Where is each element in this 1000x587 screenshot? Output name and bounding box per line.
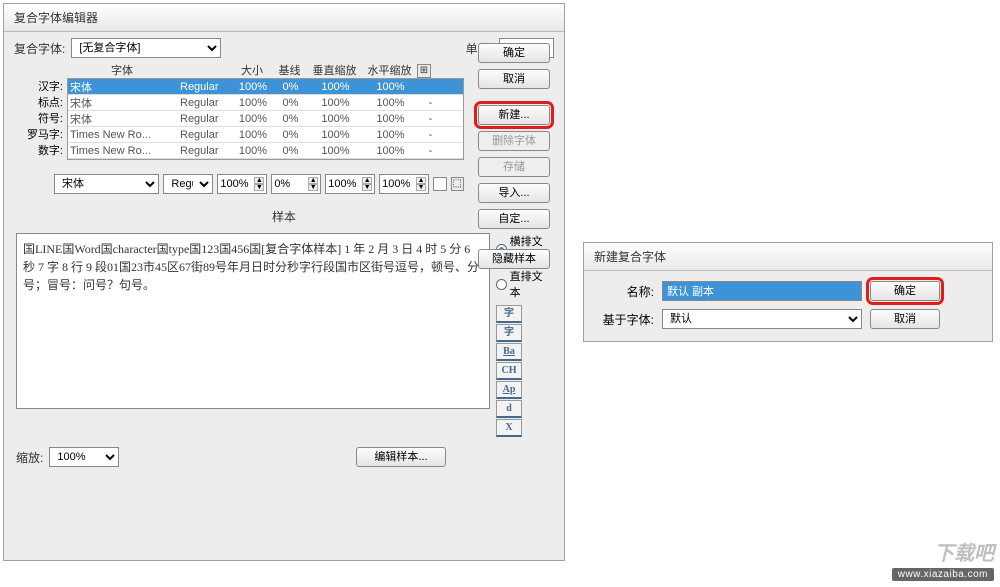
options-icon[interactable]: ⊞ (417, 64, 431, 78)
based-on-select[interactable]: 默认 (662, 309, 862, 329)
new-dialog-cancel-button[interactable]: 取消 (870, 309, 940, 329)
header-hscale: 水平缩放 (362, 62, 417, 79)
new-dialog-ok-button[interactable]: 确定 (870, 281, 940, 301)
zoom-select[interactable]: 100% (49, 447, 119, 467)
vertical-text-radio[interactable]: 直排文本 (496, 268, 552, 300)
save-button: 存储 (478, 157, 550, 177)
new-dialog-title-text: 新建复合字体 (594, 248, 666, 265)
table-row[interactable]: 宋体Regular100%0%100%100%- (68, 111, 463, 127)
composite-font-label: 复合字体: (14, 40, 65, 57)
sample-text-box: 国LINE国Word国character国type国123国456国[复合字体样… (16, 233, 490, 409)
composite-font-editor-window: 复合字体编辑器 复合字体: [无复合字体] 单位: % 确定 取消 新建... … (3, 3, 565, 561)
row-label: 汉字: (22, 78, 67, 94)
row-label: 符号: (22, 110, 67, 126)
row-labels: 汉字:标点:符号:罗马字:数字: (22, 78, 67, 160)
composite-font-select[interactable]: [无复合字体] (71, 38, 221, 58)
bottom-row: 缩放: 100% 编辑样本... (4, 437, 564, 477)
table-row[interactable]: Times New Ro...Regular100%0%100%100%- (68, 143, 463, 159)
header-baseline: 基线 (272, 62, 307, 79)
row-label: 标点: (22, 94, 67, 110)
scale-icon: ⬚ (451, 177, 464, 191)
custom-button[interactable]: 自定... (478, 209, 550, 229)
based-on-label: 基于字体: (594, 311, 654, 328)
name-input[interactable] (662, 281, 862, 301)
hide-sample-button[interactable]: 隐藏样本 (478, 249, 550, 269)
name-label: 名称: (594, 283, 654, 300)
edit-sample-button[interactable]: 编辑样本... (356, 447, 446, 467)
glyph-button[interactable]: X (496, 419, 522, 437)
glyph-button[interactable]: 字 (496, 324, 522, 342)
row-label: 数字: (22, 142, 67, 158)
watermark: 下载吧 www.xiazaiba.com (892, 537, 994, 581)
glyph-button[interactable]: Ap (496, 381, 522, 399)
glyph-button[interactable]: d (496, 400, 522, 418)
glyph-button[interactable]: Ba (496, 343, 522, 361)
baseline-spinner[interactable]: 0%▲▼ (271, 174, 321, 194)
watermark-logo: 下载吧 (934, 537, 994, 566)
font-weight-select[interactable]: Regul (163, 174, 213, 194)
new-composite-font-dialog: 新建复合字体 名称: 确定 基于字体: 默认 取消 (583, 242, 993, 342)
font-family-select[interactable]: 宋体 (54, 174, 159, 194)
glyph-button[interactable]: CH (496, 362, 522, 380)
font-table-body[interactable]: 宋体Regular100%0%100%100%宋体Regular100%0%10… (67, 78, 464, 160)
window-title: 复合字体编辑器 (4, 4, 564, 32)
new-button[interactable]: 新建... (478, 105, 550, 125)
window-title-text: 复合字体编辑器 (14, 9, 98, 26)
header-font: 字体 (67, 62, 177, 79)
header-vscale: 垂直缩放 (307, 62, 362, 79)
import-button[interactable]: 导入... (478, 183, 550, 203)
font-table: 字体 大小 基线 垂直缩放 水平缩放 ⊞ 汉字:标点:符号:罗马字:数字: 宋体… (22, 62, 464, 160)
font-table-header: 字体 大小 基线 垂直缩放 水平缩放 ⊞ (22, 62, 464, 78)
delete-font-button: 删除字体 (478, 131, 550, 151)
cancel-button[interactable]: 取消 (478, 69, 550, 89)
table-row[interactable]: Times New Ro...Regular100%0%100%100%- (68, 127, 463, 143)
table-row[interactable]: 宋体Regular100%0%100%100% (68, 79, 463, 95)
zoom-label: 缩放: (16, 449, 43, 466)
row-label: 罗马字: (22, 126, 67, 142)
header-size: 大小 (232, 62, 272, 79)
link-scale-checkbox[interactable] (433, 177, 446, 191)
ok-button[interactable]: 确定 (478, 43, 550, 63)
right-button-column: 确定 取消 新建... 删除字体 存储 导入... 自定... 隐藏样本 (474, 43, 554, 269)
new-dialog-title: 新建复合字体 (584, 243, 992, 271)
size-spinner[interactable]: 100%▲▼ (217, 174, 267, 194)
glyph-button[interactable]: 字 (496, 305, 522, 323)
table-row[interactable]: 宋体Regular100%0%100%100%- (68, 95, 463, 111)
vscale-spinner[interactable]: 100%▲▼ (325, 174, 375, 194)
hscale-spinner[interactable]: 100%▲▼ (379, 174, 429, 194)
watermark-url: www.xiazaiba.com (892, 568, 994, 581)
